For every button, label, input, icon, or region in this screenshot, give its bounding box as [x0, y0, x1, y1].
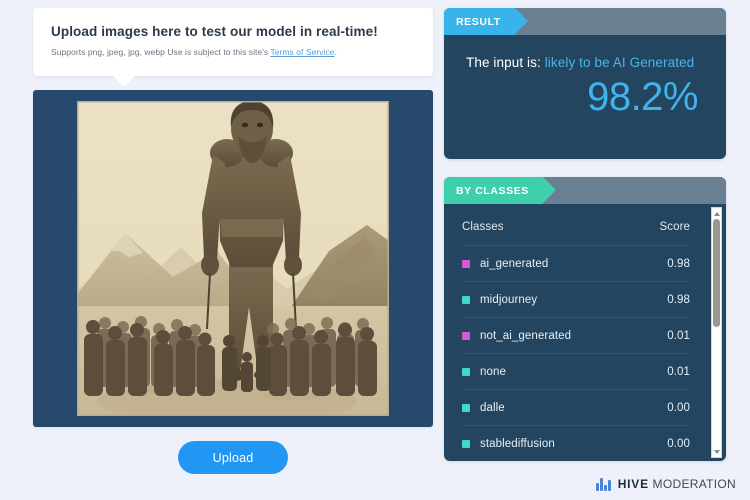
image-preview-frame: [33, 90, 433, 427]
upload-button-row: Upload: [33, 441, 433, 474]
terms-of-service-link[interactable]: Terms of Service: [270, 47, 334, 57]
by-classes-tag-label: BY CLASSES: [456, 184, 529, 197]
brand-name-rest: MODERATION: [652, 477, 736, 491]
uploaded-image-preview[interactable]: [77, 101, 389, 416]
class-name-cell: midjourney: [462, 294, 537, 306]
class-score-cell: 0.98: [667, 257, 690, 270]
class-name-cell: ai_generated: [462, 258, 548, 270]
class-name-cell: not_ai_generated: [462, 330, 571, 342]
class-color-swatch-icon: [462, 403, 470, 412]
supported-formats-text: Supports png, jpeg, jpg, webp Use is sub…: [51, 47, 271, 57]
result-panel-body: The input is: likely to be AI Generated …: [444, 35, 726, 159]
table-row[interactable]: not_ai_generated 0.01: [462, 318, 690, 354]
result-verdict-text: likely to be AI Generated: [544, 55, 695, 70]
hive-logo-text: HIVE MODERATION: [618, 477, 736, 491]
right-column: RESULT The input is: likely to be AI Gen…: [444, 8, 726, 461]
scrollbar-track[interactable]: [712, 219, 721, 446]
table-row[interactable]: stablediffusion 0.00: [462, 426, 690, 461]
result-percentage: 98.2%: [587, 75, 698, 119]
classes-panel-header: BY CLASSES: [444, 177, 726, 204]
class-score-cell: 0.00: [667, 401, 690, 414]
by-classes-tag: BY CLASSES: [444, 177, 556, 204]
class-color-swatch-icon: [462, 295, 470, 304]
classes-scrollbar[interactable]: [711, 207, 722, 458]
class-name-cell: dalle: [462, 402, 505, 414]
app-root: Upload images here to test our model in …: [0, 0, 750, 500]
subtitle-suffix: .: [334, 47, 337, 57]
class-label: not_ai_generated: [480, 329, 572, 342]
class-color-swatch-icon: [462, 367, 470, 376]
class-color-swatch-icon: [462, 259, 470, 268]
brand-name-bold: HIVE: [617, 477, 649, 491]
upload-instructions-card: Upload images here to test our model in …: [33, 8, 433, 87]
class-name-cell: stablediffusion: [462, 438, 555, 450]
class-name-cell: none: [462, 366, 506, 378]
table-row[interactable]: dalle 0.00: [462, 390, 690, 426]
result-prefix-text: The input is:: [466, 55, 541, 70]
classes-table-header-row: Classes Score: [462, 208, 690, 246]
result-verdict-line: The input is: likely to be AI Generated: [466, 55, 708, 70]
column-header-score: Score: [659, 220, 690, 233]
class-color-swatch-icon: [462, 439, 470, 448]
hive-bars-icon: [596, 477, 611, 491]
speech-bubble-tail: [113, 76, 135, 87]
by-classes-panel: BY CLASSES Classes Score ai_generated 0.…: [444, 177, 726, 461]
hive-moderation-logo: HIVE MODERATION: [596, 477, 736, 491]
result-panel-header: RESULT: [444, 8, 726, 35]
upload-card-subtitle: Supports png, jpeg, jpg, webp Use is sub…: [51, 47, 415, 57]
class-label: midjourney: [480, 293, 538, 306]
class-label: stablediffusion: [480, 437, 555, 450]
scroll-up-arrow-icon[interactable]: [712, 208, 721, 219]
upload-button[interactable]: Upload: [178, 441, 288, 474]
left-column: Upload images here to test our model in …: [33, 8, 433, 474]
table-row[interactable]: ai_generated 0.98: [462, 246, 690, 282]
scrollbar-thumb[interactable]: [713, 219, 720, 327]
classes-table-viewport: Classes Score ai_generated 0.98 midjourn…: [444, 204, 726, 461]
class-score-cell: 0.00: [667, 437, 690, 450]
class-color-swatch-icon: [462, 331, 470, 340]
class-score-cell: 0.01: [667, 365, 690, 378]
class-score-cell: 0.98: [667, 293, 690, 306]
class-score-cell: 0.01: [667, 329, 690, 342]
class-label: ai_generated: [480, 257, 549, 270]
upload-card-title: Upload images here to test our model in …: [51, 24, 378, 39]
table-row[interactable]: none 0.01: [462, 354, 690, 390]
result-tag: RESULT: [444, 8, 528, 35]
scroll-down-arrow-icon[interactable]: [712, 446, 721, 457]
result-tag-label: RESULT: [456, 15, 501, 28]
classes-table: Classes Score ai_generated 0.98 midjourn…: [444, 208, 712, 461]
class-label: dalle: [480, 401, 505, 414]
column-header-classes: Classes: [462, 220, 504, 233]
result-panel: RESULT The input is: likely to be AI Gen…: [444, 8, 726, 159]
table-row[interactable]: midjourney 0.98: [462, 282, 690, 318]
class-label: none: [480, 365, 506, 378]
